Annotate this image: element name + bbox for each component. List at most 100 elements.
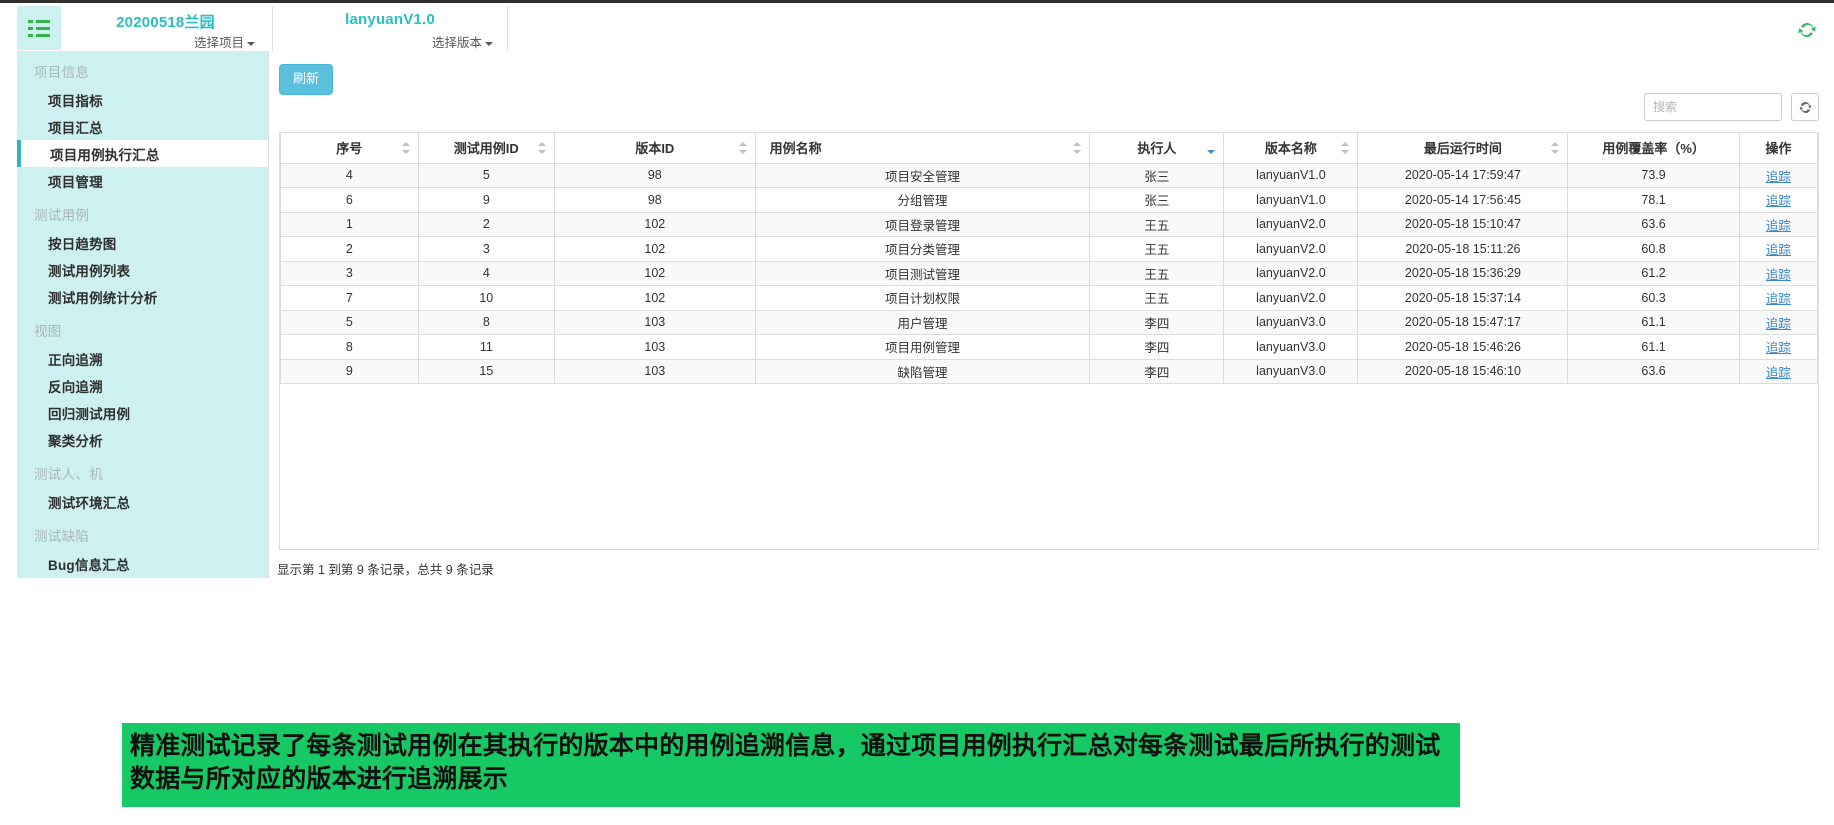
trace-link[interactable]: 追踪 [1766,170,1791,184]
tab-version-selector[interactable]: lanyuanV1.0 选择版本 [272,6,508,54]
table-row: 3 4 102 项目测试管理 王五 lanyuanV2.0 2020-05-18 15:36… [280,260,1819,286]
cell-coverage: 60.3 [1567,285,1740,311]
cell-case-name: 项目安全管理 [754,162,1091,188]
sidebar-item-project-summary[interactable]: 项目汇总 [17,113,268,140]
cell-case-name: 项目计划权限 [754,285,1091,311]
cell-version-name: lanyuanV1.0 [1223,162,1359,188]
cell-version-id: 103 [554,309,756,335]
column-header-last-run-time[interactable]: 最后运行时间 [1357,133,1569,164]
sidebar-item-forward-trace[interactable]: 正向追溯 [17,345,268,372]
sort-icon[interactable] [1551,141,1560,155]
cell-executor: 王五 [1089,260,1225,286]
sidebar-item-cluster-analysis[interactable]: 聚类分析 [17,426,268,453]
search-input[interactable] [1644,93,1782,121]
trace-link[interactable]: 追踪 [1766,219,1791,233]
cell-case-name: 分组管理 [754,187,1091,213]
sidebar-item-bug-detail-list[interactable]: Bug详细列表 [17,577,268,578]
cell-seq: 1 [280,211,419,237]
global-refresh-button[interactable] [1796,19,1818,41]
trace-link[interactable]: 追踪 [1766,292,1791,306]
nav-group-title: 视图 [34,324,62,339]
cell-case-id: 9 [417,187,556,213]
nav-group-title: 测试用例 [34,208,90,223]
cell-version-name: lanyuanV1.0 [1223,187,1359,213]
table-row: 1 2 102 项目登录管理 王五 lanyuanV2.0 2020-05-18 15:10… [280,211,1819,237]
cell-case-id: 11 [417,334,556,360]
cell-version-name: lanyuanV3.0 [1223,358,1359,384]
sort-icon[interactable] [1073,141,1082,155]
cell-version-name: lanyuanV2.0 [1223,211,1359,237]
cell-action: 追踪 [1738,358,1819,384]
cell-seq: 2 [280,236,419,262]
trace-link[interactable]: 追踪 [1766,341,1791,355]
refresh-circular-icon [1799,101,1811,113]
case-execution-table-container: 序号 测试用例ID 版本ID 用例名称 执行人 版本名称 最后运行时间 用例覆盖… [279,132,1819,550]
project-name: 20200518兰园 [116,14,215,31]
cell-coverage: 63.6 [1567,358,1740,384]
trace-link[interactable]: 追踪 [1766,243,1791,257]
sidebar-item-reverse-trace[interactable]: 反向追溯 [17,372,268,399]
nav-group-defects: 测试缺陷 Bug信息汇总 Bug详细列表 [17,515,268,578]
cell-case-name: 项目测试管理 [754,260,1091,286]
trace-link[interactable]: 追踪 [1766,317,1791,331]
cell-case-id: 3 [417,236,556,262]
table-reload-button[interactable] [1791,93,1819,121]
sidebar-item-project-case-execution-summary[interactable]: 项目用例执行汇总 [17,140,268,167]
cell-action: 追踪 [1738,309,1819,335]
column-header-executor[interactable]: 执行人 [1089,133,1225,164]
cell-case-name: 项目登录管理 [754,211,1091,237]
column-header-seq[interactable]: 序号 [280,133,419,164]
sidebar-item-project-management[interactable]: 项目管理 [17,167,268,194]
column-header-coverage[interactable]: 用例覆盖率（%） [1567,133,1740,164]
trace-link[interactable]: 追踪 [1766,194,1791,208]
project-select-label[interactable]: 选择项目 [194,32,255,51]
column-header-case-id[interactable]: 测试用例ID [417,133,556,164]
refresh-button[interactable]: 刷新 [279,64,334,95]
table-row: 9 15 103 缺陷管理 李四 lanyuanV3.0 2020-05-18 15:46:… [280,358,1819,384]
tab-project-selector[interactable]: 20200518兰园 选择项目 [62,6,269,54]
cell-version-name: lanyuanV2.0 [1223,260,1359,286]
cell-case-id: 5 [417,162,556,188]
cell-coverage: 61.1 [1567,334,1740,360]
column-header-version-name[interactable]: 版本名称 [1223,133,1359,164]
cell-last-run: 2020-05-18 15:46:26 [1357,334,1569,360]
table-row: 4 5 98 项目安全管理 张三 lanyuanV1.0 2020-05-14 17:59:… [280,162,1819,188]
menu-toggle-button[interactable] [17,6,61,50]
cell-last-run: 2020-05-18 15:46:10 [1357,358,1569,384]
sidebar-item-bug-summary[interactable]: Bug信息汇总 [17,550,268,577]
sidebar-item-project-metrics[interactable]: 项目指标 [17,86,268,113]
trace-link[interactable]: 追踪 [1766,366,1791,380]
hamburger-icon [28,19,50,37]
cell-seq: 4 [280,162,419,188]
cell-version-id: 102 [554,236,756,262]
cell-last-run: 2020-05-14 17:59:47 [1357,162,1569,188]
cell-case-id: 10 [417,285,556,311]
trace-link[interactable]: 追踪 [1766,268,1791,282]
sort-icon[interactable] [538,141,547,155]
table-head: 序号 测试用例ID 版本ID 用例名称 执行人 版本名称 最后运行时间 用例覆盖… [280,133,1819,164]
sidebar-item-daily-trend-chart[interactable]: 按日趋势图 [17,229,268,256]
sidebar-item-test-environment-summary[interactable]: 测试环境汇总 [17,488,268,515]
column-header-case-name[interactable]: 用例名称 [754,133,1091,164]
sidebar-item-test-case-statistics[interactable]: 测试用例统计分析 [17,283,268,310]
column-label: 用例名称 [769,141,822,157]
sort-icon[interactable] [738,141,747,155]
sort-icon[interactable] [1341,141,1350,155]
column-label: 版本名称 [1264,141,1317,157]
column-label: 版本ID [635,141,675,157]
sort-icon-active[interactable] [1207,141,1216,155]
top-bar: 20200518兰园 选择项目 lanyuanV1.0 选择版本 [0,0,1834,54]
sidebar-item-test-case-list[interactable]: 测试用例列表 [17,256,268,283]
cell-seq: 6 [280,187,419,213]
sort-icon[interactable] [401,141,410,155]
column-header-version-id[interactable]: 版本ID [554,133,756,164]
column-label: 操作 [1765,141,1792,157]
description-banner-text: 精准测试记录了每条测试用例在其执行的版本中的用例追溯信息，通过项目用例执行汇总对… [130,732,1441,794]
cell-action: 追踪 [1738,187,1819,213]
sidebar-item-regression-test-cases[interactable]: 回归测试用例 [17,399,268,426]
cell-case-name: 用户管理 [754,309,1091,335]
cell-seq: 8 [280,334,419,360]
cell-action: 追踪 [1738,211,1819,237]
version-select-label[interactable]: 选择版本 [432,32,493,51]
cell-coverage: 78.1 [1567,187,1740,213]
